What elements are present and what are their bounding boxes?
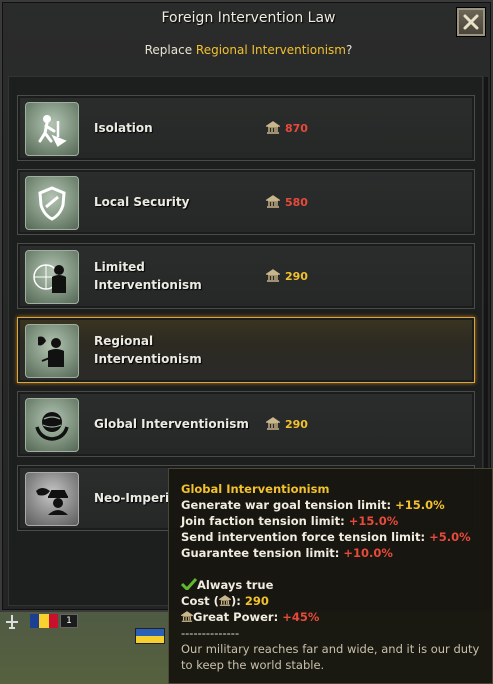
romania-flag-icon — [30, 614, 58, 628]
tooltip-description: Our military reaches far and wide, and i… — [181, 642, 480, 672]
cost-value: 290 — [244, 594, 269, 608]
political-power-icon — [266, 417, 280, 430]
law-name: Regional Interventionism — [94, 334, 202, 366]
close-icon — [463, 14, 479, 30]
current-law-name: Regional Interventionism — [195, 43, 346, 57]
law-cost-value: 870 — [285, 121, 308, 135]
soldier-map-icon — [25, 324, 79, 378]
modifier-value: +10.0% — [343, 546, 393, 560]
unit-flag-counter[interactable]: 1 — [30, 614, 84, 628]
modifier-value: +15.0% — [348, 514, 399, 528]
political-power-icon — [266, 195, 280, 208]
law-cost-value: 290 — [285, 269, 308, 283]
tooltip-separator: -------------- — [181, 626, 240, 640]
modifier-label: Send intervention force tension limit: — [181, 530, 430, 544]
tooltip-great-power: Great Power: +45% — [181, 609, 480, 625]
modifier-label: Guarantee tension limit: — [181, 546, 344, 560]
unit-count: 1 — [60, 614, 78, 628]
law-name: Local Security — [94, 195, 190, 209]
subtitle-prefix: Replace — [144, 43, 196, 57]
law-option-isolation[interactable]: Isolation 870 — [17, 95, 475, 161]
law-cost-value: 580 — [285, 195, 308, 209]
law-cost: 580 — [266, 170, 308, 234]
law-tooltip: Global Interventionism Generate war goal… — [168, 468, 493, 684]
law-cost: 870 — [266, 96, 308, 160]
tooltip-modifier: Send intervention force tension limit: +… — [181, 529, 480, 545]
dialog-subtitle: Replace Regional Interventionism? — [2, 43, 493, 57]
law-option-limited-interventionism[interactable]: Limited Interventionism 290 — [17, 243, 475, 309]
isolation-icon — [25, 102, 79, 156]
political-power-icon — [266, 121, 280, 134]
law-option-regional-interventionism[interactable]: Regional Interventionism — [17, 317, 475, 383]
tooltip-requirement: Always true — [181, 577, 480, 593]
ukraine-flag-icon[interactable] — [135, 628, 165, 644]
great-power-value: +45% — [282, 610, 320, 624]
subtitle-suffix: ? — [346, 43, 353, 57]
law-option-global-interventionism[interactable]: Global Interventionism 290 — [17, 391, 475, 457]
law-name: Isolation — [94, 121, 153, 135]
tooltip-title: Global Interventionism — [181, 482, 330, 496]
law-cost: 290 — [266, 392, 308, 456]
modifier-label: Generate war goal tension limit: — [181, 498, 396, 512]
plane-icon[interactable] — [4, 614, 20, 630]
tooltip-modifier: Join faction tension limit: +15.0% — [181, 513, 480, 529]
globe-hands-icon — [25, 398, 79, 452]
tooltip-cost: Cost (): 290 — [181, 593, 480, 609]
dialog-title: Foreign Intervention Law — [161, 10, 336, 26]
tooltip-modifier: Generate war goal tension limit: +15.0% — [181, 497, 480, 513]
cost-label-end: ): — [230, 594, 245, 608]
spy-icon — [25, 472, 79, 526]
law-cost: 290 — [266, 244, 308, 308]
political-power-icon — [266, 269, 280, 282]
close-button[interactable] — [457, 8, 485, 36]
tooltip-modifier: Guarantee tension limit: +10.0% — [181, 545, 480, 561]
cost-label: Cost ( — [181, 594, 219, 608]
political-power-icon — [218, 595, 231, 606]
checkmark-icon — [181, 578, 197, 590]
law-cost-value: 290 — [285, 417, 308, 431]
law-name: Limited Interventionism — [94, 260, 202, 292]
modifier-value: +5.0% — [429, 530, 471, 544]
modifier-value: +15.0% — [395, 498, 445, 512]
shield-icon — [25, 176, 79, 230]
law-name: Global Interventionism — [94, 417, 249, 431]
law-option-local-security[interactable]: Local Security 580 — [17, 169, 475, 235]
soldier-globe-icon — [25, 250, 79, 304]
great-power-label: Great Power: — [193, 610, 283, 624]
requirement-text: Always true — [197, 578, 274, 592]
political-power-icon — [181, 611, 193, 622]
modifier-label: Join faction tension limit: — [181, 514, 349, 528]
